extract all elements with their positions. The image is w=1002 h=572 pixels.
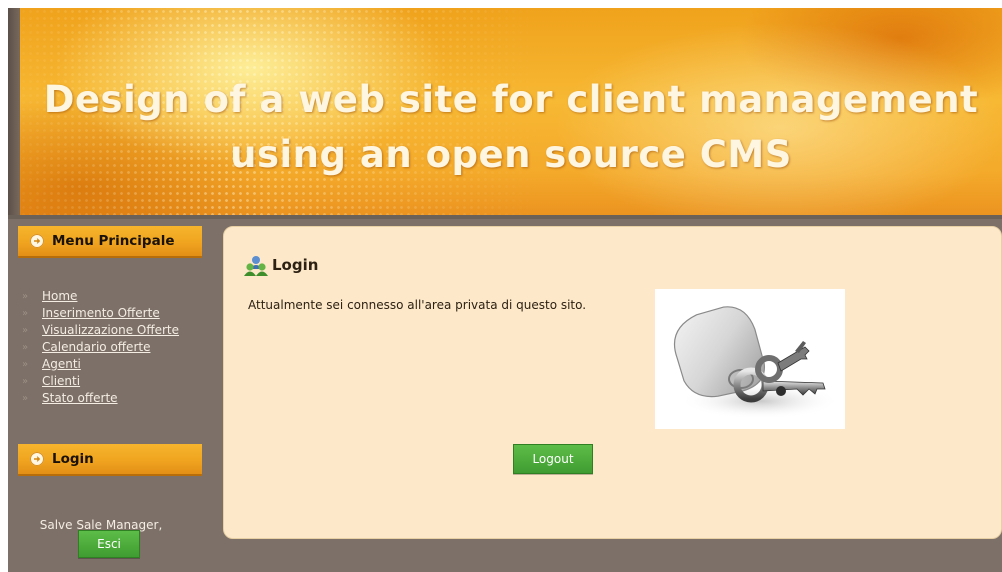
logout-button[interactable]: Logout [513,444,593,474]
menu-link-calendario-offerte[interactable]: Calendario offerte [42,339,182,356]
menu-link-stato-offerte[interactable]: Stato offerte [42,390,182,407]
menu-link-clienti[interactable]: Clienti [42,373,182,390]
menu-item-visualizzazione-offerte: » Visualizzazione Offerte [22,322,202,339]
keys-image [655,289,845,429]
site-title-line-2: using an open source CMS [230,133,792,176]
main-menu: » Home » Inserimento Offerte » Visualizz… [22,288,202,407]
page-title: Login [272,256,319,274]
users-icon [244,256,268,276]
menu-principale-heading: Menu Principale [18,226,202,258]
keys-icon [673,306,840,419]
menu-link-inserimento-offerte[interactable]: Inserimento Offerte [42,305,182,322]
esci-button[interactable]: Esci [78,530,140,558]
menu-item-agenti: » Agenti [22,356,202,373]
menu-bullet-icon: » [22,393,29,404]
menu-link-agenti[interactable]: Agenti [42,356,182,373]
login-heading-label: Login [52,451,94,467]
arrow-right-icon [30,234,44,248]
menu-bullet-icon: » [22,291,29,302]
menu-item-home: » Home [22,288,202,305]
menu-heading-label: Menu Principale [52,233,175,249]
login-content-panel: Login Attualmente sei connesso all'area … [223,226,1002,539]
menu-item-calendario-offerte: » Calendario offerte [22,339,202,356]
menu-item-stato-offerte: » Stato offerte [22,390,202,407]
menu-bullet-icon: » [22,308,29,319]
arrow-right-icon [30,452,44,466]
login-status-message: Attualmente sei connesso all'area privat… [248,298,587,312]
page-frame: Design of a web site for client manageme… [8,8,1002,572]
site-header-banner: Design of a web site for client manageme… [20,8,1002,215]
login-heading: Login [18,444,202,476]
header-divider [8,215,1002,219]
menu-bullet-icon: » [22,342,29,353]
menu-bullet-icon: » [22,376,29,387]
menu-bullet-icon: » [22,359,29,370]
menu-item-clienti: » Clienti [22,373,202,390]
left-edge-strip [8,8,20,218]
site-title-line-1: Design of a web site for client manageme… [43,78,979,121]
menu-item-inserimento-offerte: » Inserimento Offerte [22,305,202,322]
menu-bullet-icon: » [22,325,29,336]
menu-link-home[interactable]: Home [42,288,182,305]
menu-link-visualizzazione-offerte[interactable]: Visualizzazione Offerte [42,322,182,339]
site-title: Design of a web site for client manageme… [20,72,1002,182]
